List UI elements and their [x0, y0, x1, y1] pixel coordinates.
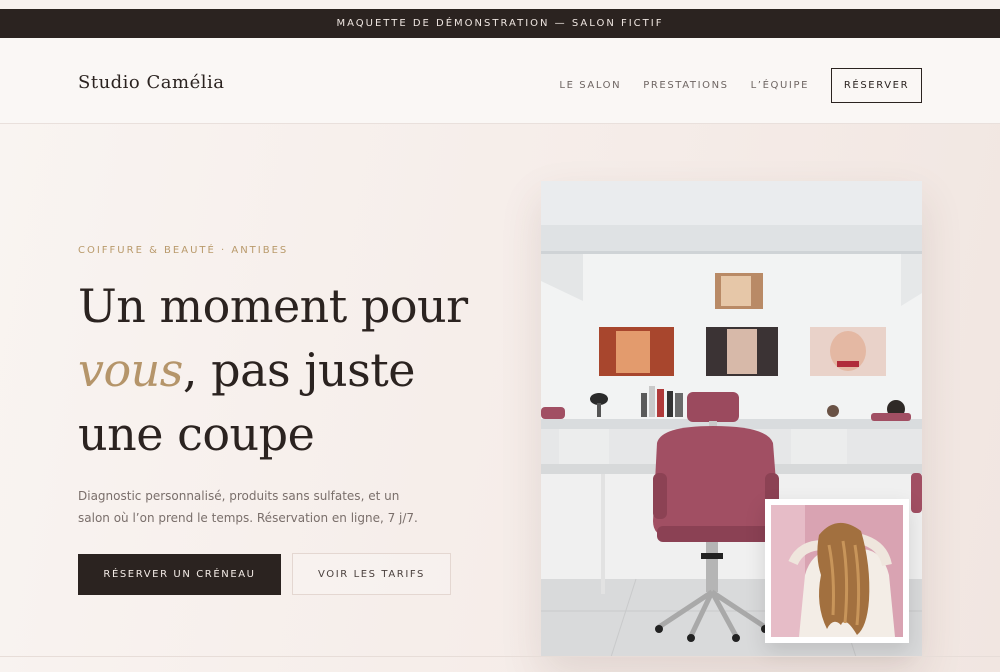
headline-line-1: Un moment pour — [78, 279, 468, 333]
headline-accent: vous — [78, 343, 183, 397]
hero-eyebrow: COIFFURE & BEAUTÉ · ANTIBES — [78, 245, 289, 256]
view-prices-button[interactable]: VOIR LES TARIFS — [292, 553, 451, 595]
nav-link-salon[interactable]: LE SALON — [559, 80, 621, 91]
site-logo[interactable]: Studio Camélia — [78, 72, 224, 93]
header-reserve-button[interactable]: RÉSERVER — [831, 68, 922, 103]
main-nav: LE SALON PRESTATIONS L’ÉQUIPE RÉSERVER — [537, 68, 922, 103]
announcement-text: MAQUETTE DE DÉMONSTRATION — SALON FICTIF — [336, 18, 664, 29]
site-header: Studio Camélia LE SALON PRESTATIONS L’ÉQ… — [0, 38, 1000, 124]
section-divider — [0, 656, 1000, 657]
hero-headline: Un moment pour vous, pas juste une coupe — [78, 274, 518, 466]
announcement-bar: MAQUETTE DE DÉMONSTRATION — SALON FICTIF — [0, 9, 1000, 38]
headline-line-3: une coupe — [78, 407, 315, 461]
hair-detail-photo — [765, 499, 909, 643]
nav-link-prestations[interactable]: PRESTATIONS — [643, 80, 728, 91]
book-slot-button[interactable]: RÉSERVER UN CRÉNEAU — [78, 554, 281, 595]
nav-link-equipe[interactable]: L’ÉQUIPE — [751, 80, 809, 91]
hero-description: Diagnostic personnalisé, produits sans s… — [78, 489, 418, 525]
headline-line-2: , pas juste — [182, 343, 416, 397]
hero-section: COIFFURE & BEAUTÉ · ANTIBES Un moment po… — [0, 124, 1000, 672]
